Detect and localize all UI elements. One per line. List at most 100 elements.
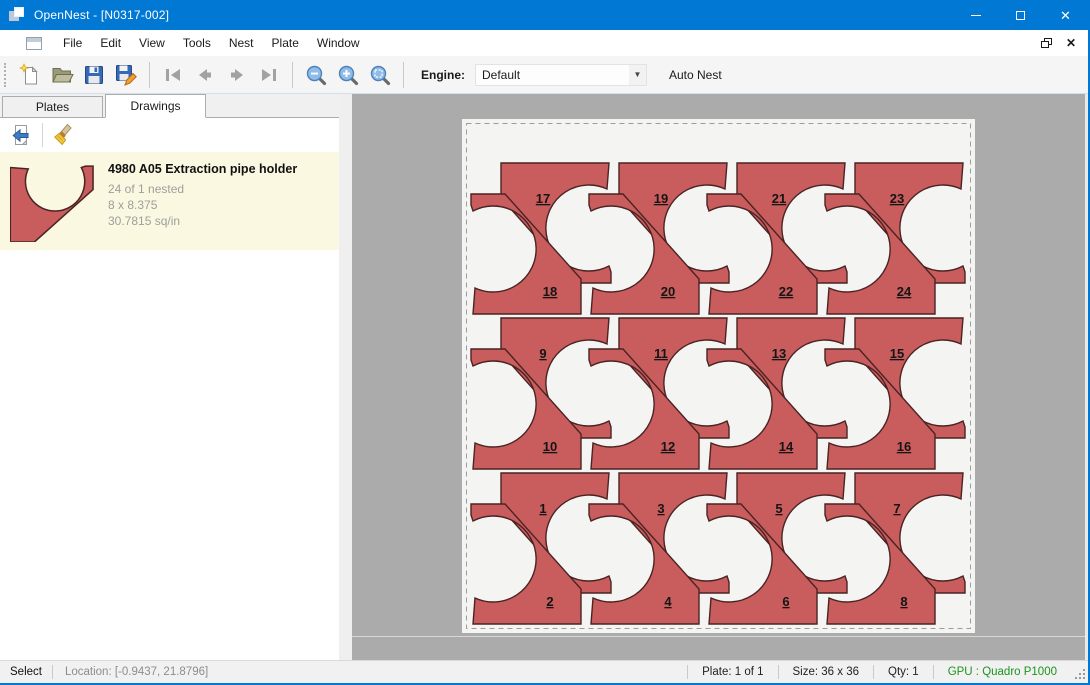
minimize-icon xyxy=(971,15,981,16)
maximize-icon xyxy=(1016,11,1025,20)
svg-text:3: 3 xyxy=(657,501,664,516)
svg-text:6: 6 xyxy=(782,594,789,609)
engine-value: Default xyxy=(476,68,629,82)
drawings-toolbar xyxy=(0,118,339,152)
status-location: Location: [-0.9437, 21.8796] xyxy=(53,666,220,678)
go-last-icon xyxy=(257,63,281,87)
svg-text:1: 1 xyxy=(539,501,546,516)
go-previous-button[interactable] xyxy=(191,61,219,89)
svg-text:12: 12 xyxy=(661,439,675,454)
go-first-button[interactable] xyxy=(159,61,187,89)
open-file-button[interactable] xyxy=(48,61,76,89)
menu-file[interactable]: File xyxy=(54,30,91,56)
panel-splitter[interactable] xyxy=(339,94,352,660)
svg-text:18: 18 xyxy=(543,284,557,299)
app-window: OpenNest - [N0317-002] ✕ File Edit View … xyxy=(0,0,1090,685)
go-last-button[interactable] xyxy=(255,61,283,89)
go-first-icon xyxy=(161,63,185,87)
menu-tools[interactable]: Tools xyxy=(174,30,220,56)
svg-text:14: 14 xyxy=(779,439,794,454)
save-button[interactable] xyxy=(80,61,108,89)
menu-edit[interactable]: Edit xyxy=(91,30,130,56)
svg-text:5: 5 xyxy=(775,501,782,516)
menu-window[interactable]: Window xyxy=(308,30,369,56)
mdi-close-button[interactable]: ✕ xyxy=(1066,37,1076,49)
resize-grip[interactable] xyxy=(1073,669,1085,681)
save-as-icon xyxy=(114,63,138,87)
menu-view[interactable]: View xyxy=(130,30,174,56)
zoom-fit-icon xyxy=(368,63,392,87)
save-as-button[interactable] xyxy=(112,61,140,89)
mdi-restore-button[interactable] xyxy=(1041,38,1052,48)
auto-nest-button[interactable]: Auto Nest xyxy=(663,64,728,86)
close-icon: ✕ xyxy=(1060,9,1071,22)
drawing-size: 8 x 8.375 xyxy=(108,197,297,213)
svg-text:10: 10 xyxy=(543,439,557,454)
engine-combobox[interactable]: Default ▼ xyxy=(475,64,647,86)
svg-text:9: 9 xyxy=(539,346,546,361)
engine-label: Engine: xyxy=(421,68,465,82)
mdi-document-icon[interactable] xyxy=(26,37,42,50)
open-folder-icon xyxy=(50,63,74,87)
svg-text:4: 4 xyxy=(664,594,672,609)
svg-text:19: 19 xyxy=(654,191,668,206)
title-bar: OpenNest - [N0317-002] ✕ xyxy=(0,0,1088,30)
zoom-in-icon xyxy=(336,63,360,87)
svg-text:20: 20 xyxy=(661,284,675,299)
zoom-in-button[interactable] xyxy=(334,61,362,89)
new-file-icon xyxy=(18,63,42,87)
drawing-area: 30.7815 sq/in xyxy=(108,213,297,229)
svg-text:16: 16 xyxy=(897,439,911,454)
tab-plates[interactable]: Plates xyxy=(2,96,103,117)
status-qty: Qty: 1 xyxy=(874,666,933,678)
close-button[interactable]: ✕ xyxy=(1043,0,1088,30)
svg-text:23: 23 xyxy=(890,191,904,206)
import-drawing-button[interactable] xyxy=(6,121,34,149)
save-icon xyxy=(82,63,106,87)
menu-nest[interactable]: Nest xyxy=(220,30,263,56)
svg-text:11: 11 xyxy=(654,346,668,361)
main-area: Plates Drawings xyxy=(0,94,1088,660)
minimize-button[interactable] xyxy=(953,0,998,30)
svg-text:21: 21 xyxy=(772,191,786,206)
menu-plate[interactable]: Plate xyxy=(263,30,308,56)
nesting-canvas[interactable]: 123456789101112131415161718192021222324 xyxy=(352,94,1085,636)
svg-text:7: 7 xyxy=(893,501,900,516)
import-drawing-icon xyxy=(8,123,32,147)
svg-text:24: 24 xyxy=(897,284,912,299)
main-toolbar: Engine: Default ▼ Auto Nest xyxy=(0,56,1088,94)
canvas-column: 123456789101112131415161718192021222324 xyxy=(352,94,1085,660)
right-edge xyxy=(1085,94,1088,660)
toolbar-grip[interactable] xyxy=(4,63,8,87)
zoom-fit-button[interactable] xyxy=(366,61,394,89)
tab-drawings[interactable]: Drawings xyxy=(105,94,206,118)
nesting-svg: 123456789101112131415161718192021222324 xyxy=(352,94,1085,636)
part-thumbnail-svg xyxy=(10,162,94,242)
status-size: Size: 36 x 36 xyxy=(779,666,873,678)
new-file-button[interactable] xyxy=(16,61,44,89)
svg-text:2: 2 xyxy=(546,594,553,609)
drawing-list-item[interactable]: 4980 A05 Extraction pipe holder 24 of 1 … xyxy=(0,152,339,250)
zoom-out-icon xyxy=(304,63,328,87)
drawings-panel: 4980 A05 Extraction pipe holder 24 of 1 … xyxy=(0,118,339,660)
chevron-down-icon[interactable]: ▼ xyxy=(629,65,646,85)
svg-text:8: 8 xyxy=(900,594,907,609)
window-title: OpenNest - [N0317-002] xyxy=(34,8,169,22)
zoom-out-button[interactable] xyxy=(302,61,330,89)
svg-text:17: 17 xyxy=(536,191,550,206)
left-panel: Plates Drawings xyxy=(0,94,339,660)
canvas-bottom-strip xyxy=(352,636,1085,660)
clear-drawings-button[interactable] xyxy=(51,121,79,149)
status-mode: Select xyxy=(0,666,52,678)
status-plate: Plate: 1 of 1 xyxy=(688,666,777,678)
drawing-nested-count: 24 of 1 nested xyxy=(108,181,297,197)
status-bar: Select Location: [-0.9437, 21.8796] Plat… xyxy=(0,660,1088,683)
menu-bar: File Edit View Tools Nest Plate Window ✕ xyxy=(0,30,1088,56)
status-gpu: GPU : Quadro P1000 xyxy=(934,666,1071,678)
go-next-button[interactable] xyxy=(223,61,251,89)
maximize-button[interactable] xyxy=(998,0,1043,30)
go-previous-icon xyxy=(193,63,217,87)
go-next-icon xyxy=(225,63,249,87)
drawing-title: 4980 A05 Extraction pipe holder xyxy=(108,162,297,176)
svg-text:13: 13 xyxy=(772,346,786,361)
